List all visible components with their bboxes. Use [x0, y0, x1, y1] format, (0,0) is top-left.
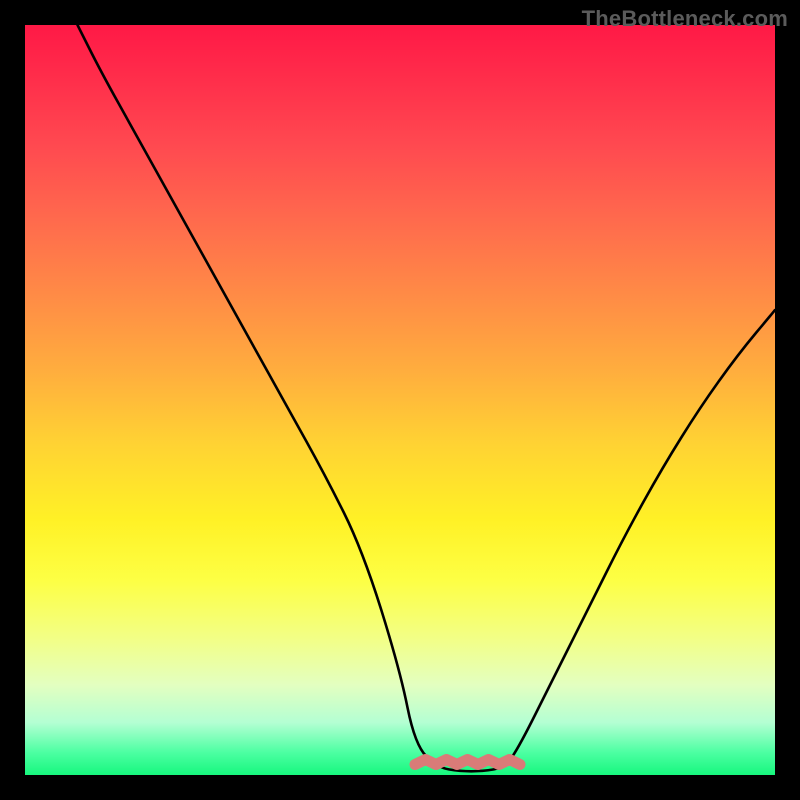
watermark-text: TheBottleneck.com — [582, 6, 788, 32]
bottleneck-curve — [25, 25, 775, 775]
optimal-region-highlight — [415, 760, 520, 765]
curve-path — [78, 25, 776, 771]
plot-area — [25, 25, 775, 775]
chart-frame: TheBottleneck.com — [0, 0, 800, 800]
